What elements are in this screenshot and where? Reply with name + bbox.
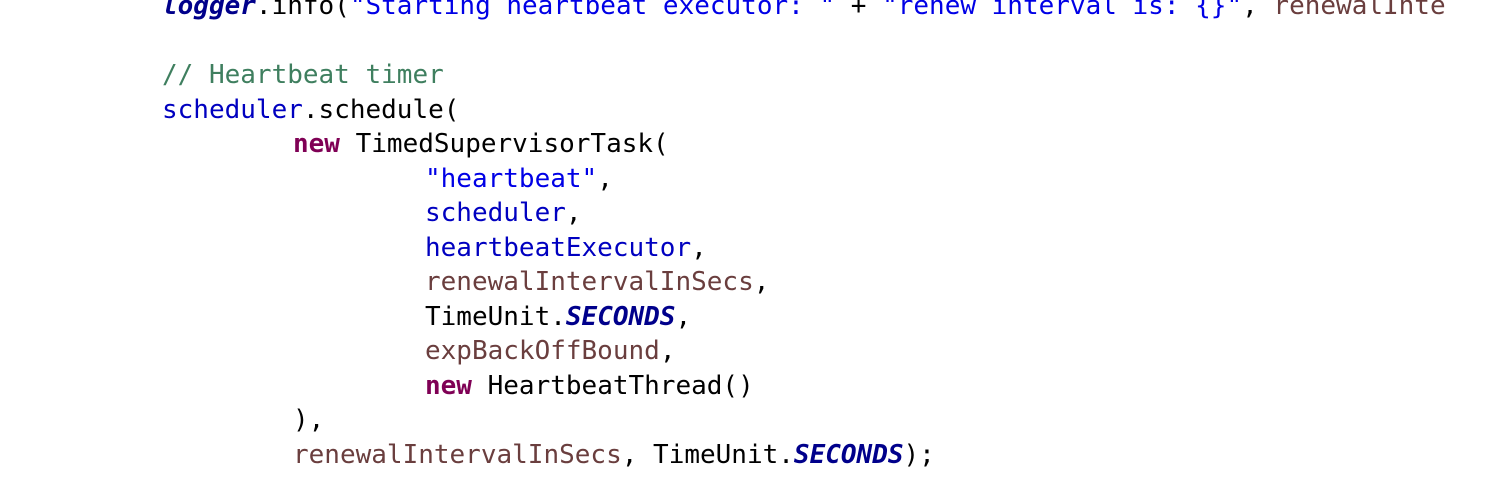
- code-token-static: SECONDS: [565, 301, 676, 332]
- code-line: heartbeatExecutor,: [425, 231, 707, 266]
- code-token-comment: // Heartbeat timer: [162, 60, 444, 90]
- code-token-field: scheduler: [162, 94, 303, 125]
- code-token-local: renewalInte: [1273, 0, 1446, 21]
- code-editor[interactable]: logger.info("Starting heartbeat executor…: [0, 0, 1508, 504]
- code-line: renewalIntervalInSecs,: [425, 265, 769, 300]
- code-token-default: TimedSupervisorTask(: [339, 129, 669, 159]
- code-line: // Heartbeat timer: [162, 58, 444, 93]
- code-line: logger.info("Starting heartbeat executor…: [162, 0, 1446, 24]
- code-token-string: "renew interval is: {}": [882, 0, 1243, 21]
- code-token-field: heartbeatExecutor: [425, 232, 692, 263]
- code-token-default: .info(: [255, 0, 350, 21]
- code-token-default: ,: [659, 336, 676, 366]
- code-line: ),: [293, 403, 324, 438]
- code-token-default: .schedule(: [302, 94, 460, 125]
- code-token-local: renewalIntervalInSecs: [425, 267, 754, 297]
- code-token-local: renewalIntervalInSecs: [293, 439, 622, 470]
- code-token-default: ,: [675, 301, 692, 332]
- code-token-keyword: new: [293, 129, 340, 159]
- code-line: scheduler.schedule(: [162, 93, 459, 128]
- code-token-default: ,: [565, 198, 582, 228]
- code-line: renewalIntervalInSecs, TimeUnit.SECONDS)…: [293, 438, 935, 473]
- code-token-static: SECONDS: [793, 439, 904, 470]
- code-token-default: HeartbeatThread(): [471, 370, 754, 401]
- code-token-default: ,: [753, 267, 770, 297]
- code-token-field: scheduler: [425, 198, 566, 228]
- code-line: new TimedSupervisorTask(: [293, 127, 669, 162]
- code-token-default: ,: [597, 163, 613, 194]
- code-line: "heartbeat",: [425, 162, 613, 197]
- code-token-static: logger: [162, 0, 256, 21]
- code-token-local: expBackOffBound: [425, 336, 660, 366]
- code-token-default: TimeUnit.: [425, 301, 566, 332]
- code-line: new HeartbeatThread(): [425, 369, 754, 404]
- code-token-default: , TimeUnit.: [621, 439, 794, 470]
- code-token-default: ,: [1242, 0, 1274, 21]
- code-token-default: );: [903, 439, 935, 470]
- code-token-string: "heartbeat": [425, 163, 598, 194]
- code-line: TimeUnit.SECONDS,: [425, 300, 691, 335]
- code-line: scheduler,: [425, 196, 582, 231]
- code-line: expBackOffBound,: [425, 334, 675, 369]
- code-token-default: +: [835, 0, 883, 21]
- code-token-default: ),: [293, 405, 325, 435]
- code-token-default: ,: [691, 232, 707, 263]
- code-token-keyword: new: [425, 370, 472, 401]
- code-token-string: "Starting heartbeat executor: ": [349, 0, 836, 21]
